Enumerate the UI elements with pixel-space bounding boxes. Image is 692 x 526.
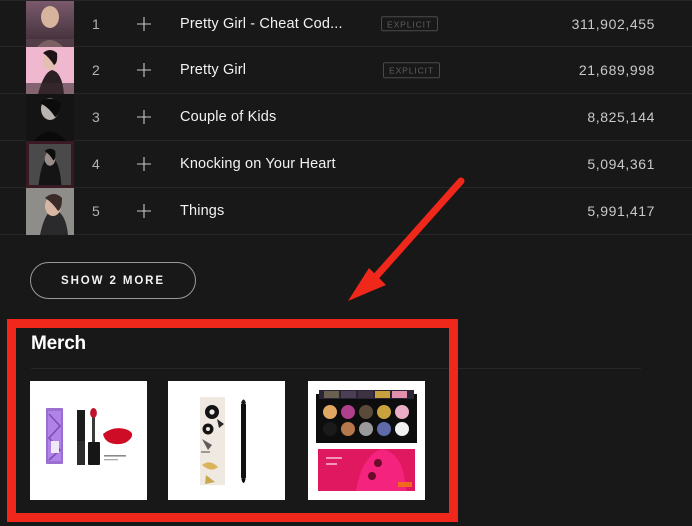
album-art-thumbnail [26, 141, 74, 188]
popular-tracks-list: 1 Pretty Girl - Cheat Cod... EXPLICIT 31… [0, 0, 692, 235]
play-count: 8,825,144 [587, 109, 655, 125]
show-more-button[interactable]: SHOW 2 MORE [30, 262, 196, 299]
plus-icon[interactable] [134, 60, 154, 80]
track-index: 4 [91, 156, 101, 172]
plus-icon[interactable] [134, 107, 154, 127]
plus-icon[interactable] [134, 14, 154, 34]
table-row[interactable]: 1 Pretty Girl - Cheat Cod... EXPLICIT 31… [0, 0, 692, 48]
merch-item[interactable] [168, 381, 285, 500]
track-index: 5 [91, 203, 101, 219]
status-badge: EXPLICIT [383, 62, 440, 78]
track-index: 3 [91, 109, 101, 125]
plus-icon[interactable] [134, 201, 154, 221]
show-more-container: SHOW 2 MORE [30, 262, 196, 299]
track-title[interactable]: Pretty Girl [180, 62, 246, 78]
spotify-artist-page: 1 Pretty Girl - Cheat Cod... EXPLICIT 31… [0, 0, 692, 526]
merch-item[interactable] [308, 381, 425, 500]
status-badge: EXPLICIT [381, 15, 438, 32]
table-row[interactable]: 4 Knocking on Your Heart 5,094,361 [0, 141, 692, 188]
table-row[interactable]: 5 Things 5,991,417 [0, 188, 692, 235]
divider [31, 368, 641, 369]
table-row[interactable]: 3 Couple of Kids 8,825,144 [0, 94, 692, 141]
track-title[interactable]: Things [180, 203, 224, 219]
merch-item[interactable] [30, 381, 147, 500]
play-count: 5,094,361 [587, 156, 655, 172]
track-title[interactable]: Couple of Kids [180, 109, 276, 125]
album-art-thumbnail [26, 188, 74, 235]
table-row[interactable]: 2 Pretty Girl EXPLICIT 21,689,998 [0, 47, 692, 94]
play-count: 311,902,455 [571, 15, 655, 32]
track-title[interactable]: Knocking on Your Heart [180, 156, 336, 172]
section-title-merch: Merch [31, 333, 86, 354]
play-count: 21,689,998 [578, 62, 655, 78]
plus-icon[interactable] [134, 154, 154, 174]
track-index: 2 [91, 62, 101, 78]
track-title[interactable]: Pretty Girl - Cheat Cod... [180, 16, 343, 32]
album-art-thumbnail [26, 1, 74, 48]
track-index: 1 [91, 15, 101, 32]
play-count: 5,991,417 [587, 203, 655, 219]
album-art-thumbnail [26, 94, 74, 141]
album-art-thumbnail [26, 47, 74, 94]
